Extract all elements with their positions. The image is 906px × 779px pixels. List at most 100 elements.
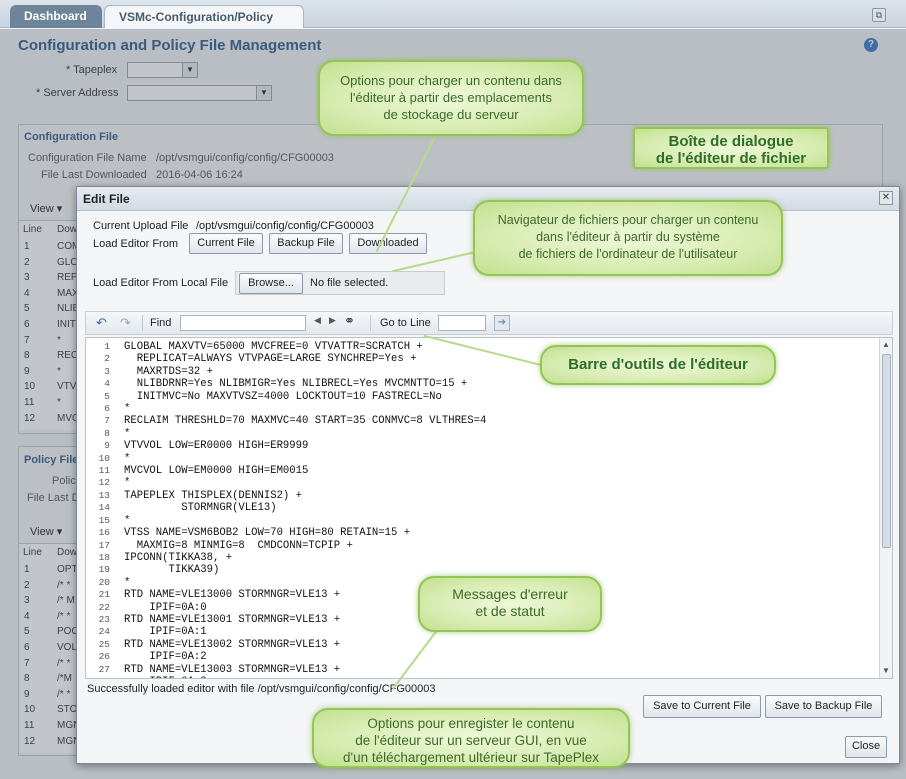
code-line-number: 23 — [98, 613, 110, 625]
code-line-text: TIKKA39) — [124, 564, 220, 577]
callout-toolbar: Barre d'outils de l'éditeur — [540, 345, 776, 385]
code-line-number: 3 — [104, 365, 110, 377]
tab-dashboard[interactable]: Dashboard — [10, 5, 102, 28]
code-line-number: 8 — [104, 427, 110, 439]
code-line: 6 * — [90, 403, 486, 415]
code-line-number: 2 — [104, 353, 110, 365]
code-line-text: MVCVOL LOW=EM0000 HIGH=EM0015 — [124, 465, 309, 478]
code-line-text: TAPEPLEX THISPLEX(DENNIS2) + — [124, 489, 303, 502]
callout-file-browser: Navigateur de fichiers pour charger un c… — [473, 200, 783, 276]
detach-icon[interactable]: ⧉ — [872, 8, 886, 22]
code-line: 15 * — [90, 515, 486, 527]
code-line: 17 MAXMIG=8 MINMIG=8 CMDCONN=TCPIP + — [90, 540, 486, 552]
tab-vsmc-configuration-policy[interactable]: VSMc-Configuration/Policy — [104, 5, 304, 28]
code-line: 16 VTSS NAME=VSM6BOB2 LOW=70 HIGH=80 RETA… — [90, 527, 486, 539]
code-line-number: 18 — [98, 551, 110, 563]
editor-scrollbar[interactable]: ▲ ▼ — [879, 338, 892, 678]
redo-icon[interactable]: ↷ — [120, 315, 131, 331]
code-line-text: IPIF=0A:2 — [124, 651, 207, 664]
code-line-text: IPIF=0A:3 — [124, 676, 206, 678]
code-line-number: 26 — [98, 651, 110, 663]
toolbar-divider — [370, 315, 371, 331]
go-to-line-label: Go to Line — [380, 317, 431, 329]
code-line: 26 IPIF=0A:2 — [90, 651, 486, 663]
code-line: 10 * — [90, 453, 486, 465]
code-line: 9 VTVVOL LOW=ER0000 HIGH=ER9999 — [90, 440, 486, 452]
go-arrow-icon[interactable]: ➔ — [494, 315, 510, 331]
code-line-text: RTD NAME=VLE13002 STORMNGR=VLE13 + — [124, 638, 341, 651]
current-upload-value: /opt/vsmgui/config/config/CFG00003 — [196, 220, 374, 232]
code-line-text: VTSS NAME=VSM6BOB2 LOW=70 HIGH=80 RETAIN… — [124, 527, 411, 540]
code-line-number: 25 — [98, 638, 110, 650]
current-upload-label: Current Upload File — [93, 220, 189, 232]
code-line-number: 20 — [98, 576, 110, 588]
code-line-text: GLOBAL MAXVTV=65000 MVCFREE=0 VTVATTR=SC… — [124, 341, 423, 353]
code-line: 18 IPCONN(TIKKA38, + — [90, 552, 486, 564]
code-line-text: * — [124, 514, 131, 527]
code-line-number: 13 — [98, 489, 110, 501]
code-line-text: IPIF=0A:0 — [124, 601, 207, 614]
load-local-file-label: Load Editor From Local File — [93, 277, 229, 289]
go-to-line-input[interactable] — [438, 315, 486, 331]
browse-button[interactable]: Browse... — [239, 273, 303, 294]
binoculars-icon[interactable]: ⚭ — [344, 313, 355, 329]
undo-icon[interactable]: ↶ — [96, 315, 107, 331]
code-line-number: 10 — [98, 452, 110, 464]
code-line: 28 IPIF=0A:3 — [90, 676, 486, 678]
code-line-text: NLIBDRNR=Yes NLIBMIGR=Yes NLIBRECL=Yes M… — [124, 378, 468, 391]
code-line-text: IPIF=0A:1 — [124, 626, 207, 639]
save-to-backup-file-button[interactable]: Save to Backup File — [765, 695, 882, 718]
find-previous-icon[interactable]: ◀ — [314, 315, 321, 326]
callout-dialog-box: Boîte de dialogue de l'éditeur de fichie… — [633, 127, 829, 169]
code-line-number: 9 — [104, 440, 110, 452]
load-backup-file-button[interactable]: Backup File — [269, 233, 343, 254]
scroll-down-icon[interactable]: ▼ — [882, 666, 890, 675]
close-icon[interactable]: ✕ — [879, 191, 893, 205]
no-file-selected-text: No file selected. — [310, 277, 389, 289]
scrollbar-thumb[interactable] — [882, 354, 891, 548]
code-line-text: RTD NAME=VLE13003 STORMNGR=VLE13 + — [124, 663, 341, 676]
scroll-up-icon[interactable]: ▲ — [882, 340, 890, 349]
code-line-text: VTVVOL LOW=ER0000 HIGH=ER9999 — [124, 440, 309, 453]
code-line-text: * — [124, 427, 131, 440]
code-line-text: RECLAIM THRESHLD=70 MAXMVC=40 START=35 C… — [124, 415, 487, 428]
code-line-number: 19 — [98, 564, 110, 576]
code-line: 2 REPLICAT=ALWAYS VTVPAGE=LARGE SYNCHREP… — [90, 353, 486, 365]
dialog-title: Edit File — [83, 192, 130, 206]
code-line-text: * — [124, 477, 131, 490]
code-line: 3 MAXRTDS=32 + — [90, 366, 486, 378]
code-line-number: 6 — [104, 403, 110, 415]
code-line-text: REPLICAT=ALWAYS VTVPAGE=LARGE SYNCHREP=Y… — [124, 353, 417, 366]
code-line-number: 17 — [98, 539, 110, 551]
callout-load-server: Options pour charger un contenu dans l'é… — [318, 60, 584, 136]
code-line: 14 STORMNGR(VLE13) — [90, 502, 486, 514]
code-line-text: RTD NAME=VLE13000 STORMNGR=VLE13 + — [124, 589, 341, 602]
load-downloaded-button[interactable]: Downloaded — [349, 233, 427, 254]
save-to-current-file-button[interactable]: Save to Current File — [643, 695, 761, 718]
code-line-text: IPCONN(TIKKA38, + — [124, 551, 233, 564]
code-line-number: 28 — [90, 676, 110, 678]
code-line: 5 INITMVC=No MAXVTVSZ=4000 LOCKTOUT=10 F… — [90, 391, 486, 403]
code-line-text: STORMNGR(VLE13) — [124, 502, 277, 515]
find-next-icon[interactable]: ▶ — [329, 315, 336, 326]
close-button[interactable]: Close — [845, 736, 887, 758]
code-line-number: 7 — [104, 415, 110, 427]
load-current-file-button[interactable]: Current File — [189, 233, 263, 254]
find-input[interactable] — [180, 315, 306, 331]
code-line: 27 RTD NAME=VLE13003 STORMNGR=VLE13 + — [90, 664, 486, 676]
code-line: 8 * — [90, 428, 486, 440]
status-message: Successfully loaded editor with file /op… — [87, 683, 436, 695]
find-label: Find — [150, 317, 172, 329]
code-line-number: 22 — [98, 601, 110, 613]
code-line: 4 NLIBDRNR=Yes NLIBMIGR=Yes NLIBRECL=Yes… — [90, 378, 486, 390]
code-line-text: MAXMIG=8 MINMIG=8 CMDCONN=TCPIP + — [124, 539, 353, 552]
code-line-number: 27 — [98, 663, 110, 675]
tab-bar: Dashboard VSMc-Configuration/Policy ⧉ — [0, 0, 906, 28]
code-line-number: 21 — [98, 589, 110, 601]
toolbar-divider — [142, 315, 143, 331]
code-line-number: 1 — [104, 341, 110, 352]
load-editor-from-label: Load Editor From — [93, 238, 178, 250]
code-line: 13 TAPEPLEX THISPLEX(DENNIS2) + — [90, 490, 486, 502]
callout-messages: Messages d'erreur et de statut — [418, 576, 602, 632]
file-picker: Browse... No file selected. — [235, 271, 445, 295]
